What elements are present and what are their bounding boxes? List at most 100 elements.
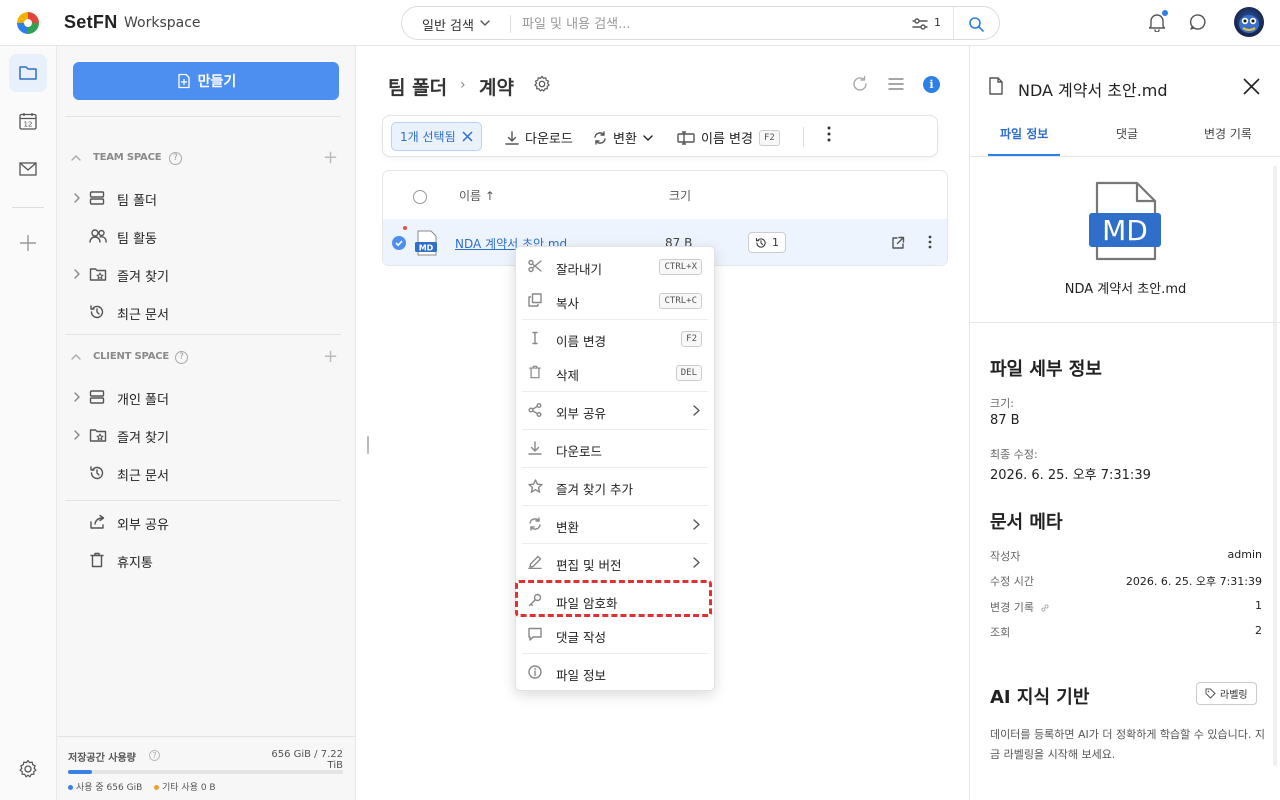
menu-item-delete[interactable]: 삭제 DEL bbox=[516, 355, 714, 389]
team-space-header[interactable]: TEAM SPACE ? + bbox=[71, 149, 341, 169]
sidebar-item-personal-folder[interactable]: 개인 폴더 bbox=[71, 383, 341, 411]
convert-button[interactable]: 변환 bbox=[593, 128, 653, 147]
divider bbox=[953, 7, 954, 39]
menu-item-add-favorite[interactable]: 즐겨 찾기 추가 bbox=[516, 469, 714, 503]
rail-add-button[interactable] bbox=[9, 224, 47, 262]
menu-item-download[interactable]: 다운로드 bbox=[516, 431, 714, 465]
more-vertical-icon[interactable] bbox=[827, 126, 831, 142]
info-icon[interactable]: i bbox=[923, 76, 940, 93]
row-checkbox[interactable] bbox=[392, 236, 406, 250]
chevron-right-icon[interactable] bbox=[73, 392, 81, 402]
share-nodes-icon bbox=[528, 403, 542, 417]
folder-settings-icon[interactable] bbox=[533, 75, 551, 93]
more-vertical-icon[interactable] bbox=[928, 235, 932, 249]
chevron-up-icon[interactable] bbox=[71, 154, 81, 162]
menu-item-copy[interactable]: 복사 CTRL+C bbox=[516, 283, 714, 317]
labeling-button[interactable]: 라벨링 bbox=[1196, 682, 1257, 705]
chevron-down-icon[interactable] bbox=[480, 19, 490, 27]
chevron-right-icon bbox=[693, 557, 700, 568]
open-external-icon[interactable] bbox=[891, 236, 905, 250]
sidebar-item-team-recent[interactable]: 최근 문서 bbox=[71, 298, 341, 326]
close-icon[interactable] bbox=[1243, 78, 1260, 95]
add-client-folder-button[interactable]: + bbox=[323, 348, 338, 366]
server-icon bbox=[89, 390, 105, 404]
sidebar: 만들기 TEAM SPACE ? + 팀 폴더 팀 활동 즐겨 찾기 최근 문서… bbox=[57, 46, 356, 800]
client-space-header[interactable]: CLIENT SPACE ? + bbox=[71, 348, 341, 368]
rename-label: 이름 변경 bbox=[701, 132, 753, 147]
menu-item-edit-versions[interactable]: 편집 및 버전 bbox=[516, 545, 714, 579]
sidebar-item-label: 팀 폴더 bbox=[117, 194, 158, 209]
close-icon[interactable] bbox=[462, 131, 473, 142]
menu-item-label: 복사 bbox=[556, 296, 580, 311]
rail-settings-button[interactable] bbox=[9, 750, 47, 788]
filter-sliders-icon[interactable] bbox=[912, 17, 928, 31]
scrollbar[interactable] bbox=[1273, 166, 1277, 766]
chevron-right-icon[interactable] bbox=[73, 193, 81, 203]
tab-change-history[interactable]: 변경 기록 bbox=[1204, 125, 1252, 142]
link-icon[interactable] bbox=[1040, 603, 1050, 613]
select-all-checkbox[interactable] bbox=[413, 190, 427, 204]
trash-icon bbox=[529, 365, 541, 379]
rail-files-button[interactable] bbox=[9, 54, 47, 92]
breadcrumb-team-folder[interactable]: 팀 폴더 bbox=[388, 73, 447, 100]
legend-dot bbox=[68, 785, 73, 790]
search-input[interactable] bbox=[522, 14, 872, 34]
menu-item-rename[interactable]: 이름 변경 F2 bbox=[516, 321, 714, 355]
chat-bubble-icon[interactable] bbox=[1189, 13, 1207, 31]
sidebar-item-team-activity[interactable]: 팀 활동 bbox=[71, 222, 341, 250]
team-space-title: TEAM SPACE bbox=[93, 152, 162, 163]
sidebar-item-client-recent[interactable]: 최근 문서 bbox=[71, 459, 341, 487]
create-button[interactable]: 만들기 bbox=[73, 62, 339, 100]
shortcut-key: F2 bbox=[681, 331, 702, 347]
column-header-name[interactable]: 이름 ↑ bbox=[459, 187, 495, 204]
help-icon[interactable]: ? bbox=[149, 750, 160, 761]
menu-item-write-comment[interactable]: 댓글 작성 bbox=[516, 617, 714, 651]
version-count: 1 bbox=[772, 236, 779, 249]
sidebar-item-team-favorites[interactable]: 즐겨 찾기 bbox=[71, 260, 341, 288]
sidebar-item-client-favorites[interactable]: 즐겨 찾기 bbox=[71, 421, 341, 449]
column-header-size[interactable]: 크기 bbox=[669, 187, 691, 204]
chevron-up-icon[interactable] bbox=[71, 353, 81, 361]
trash-icon bbox=[90, 552, 104, 568]
tab-comments[interactable]: 댓글 bbox=[1116, 125, 1138, 142]
meta-key: 수정 시간 bbox=[990, 575, 1034, 588]
menu-divider bbox=[522, 467, 708, 468]
menu-item-file-info[interactable]: 파일 정보 bbox=[516, 655, 714, 689]
md-file-badge: MD bbox=[419, 244, 434, 253]
chevron-right-icon[interactable] bbox=[73, 269, 81, 279]
search-icon[interactable] bbox=[968, 16, 984, 32]
menu-item-encrypt-file[interactable]: 파일 암호화 bbox=[516, 583, 714, 617]
rail-calendar-button[interactable]: 12 bbox=[9, 102, 47, 140]
version-badge[interactable]: 1 bbox=[748, 232, 786, 253]
gear-icon bbox=[19, 759, 37, 778]
menu-item-convert[interactable]: 변환 bbox=[516, 507, 714, 541]
chevron-right-icon[interactable] bbox=[73, 430, 81, 440]
sidebar-item-trash[interactable]: 휴지통 bbox=[71, 546, 341, 574]
resize-handle[interactable] bbox=[367, 436, 369, 454]
download-button[interactable]: 다운로드 bbox=[505, 128, 573, 147]
meta-key: 작성자 bbox=[990, 550, 1021, 563]
rename-button[interactable]: 이름 변경 F2 bbox=[677, 128, 780, 147]
refresh-icon[interactable] bbox=[851, 75, 869, 93]
key-icon bbox=[528, 593, 542, 607]
sidebar-item-team-folder[interactable]: 팀 폴더 bbox=[71, 184, 341, 212]
selected-count-chip[interactable]: 1개 선택됨 bbox=[391, 122, 482, 151]
sidebar-item-external-share[interactable]: 외부 공유 bbox=[71, 508, 341, 536]
history-icon bbox=[90, 466, 104, 480]
people-icon bbox=[89, 229, 107, 243]
menu-divider bbox=[522, 429, 708, 430]
search-mode-select[interactable]: 일반 검색 bbox=[422, 15, 474, 34]
user-avatar[interactable] bbox=[1234, 7, 1264, 37]
scissors-icon bbox=[528, 259, 542, 273]
help-icon[interactable]: ? bbox=[175, 351, 188, 364]
mail-icon bbox=[19, 162, 37, 176]
list-view-icon[interactable] bbox=[888, 76, 904, 92]
tab-file-info[interactable]: 파일 정보 bbox=[1000, 125, 1048, 142]
menu-divider bbox=[522, 505, 708, 506]
rail-mail-button[interactable] bbox=[9, 150, 47, 188]
help-icon[interactable]: ? bbox=[169, 152, 182, 165]
menu-item-external-share[interactable]: 외부 공유 bbox=[516, 393, 714, 427]
menu-item-cut[interactable]: 잘라내기 CTRL+X bbox=[516, 249, 714, 283]
menu-divider bbox=[522, 319, 708, 320]
add-team-folder-button[interactable]: + bbox=[323, 149, 338, 167]
